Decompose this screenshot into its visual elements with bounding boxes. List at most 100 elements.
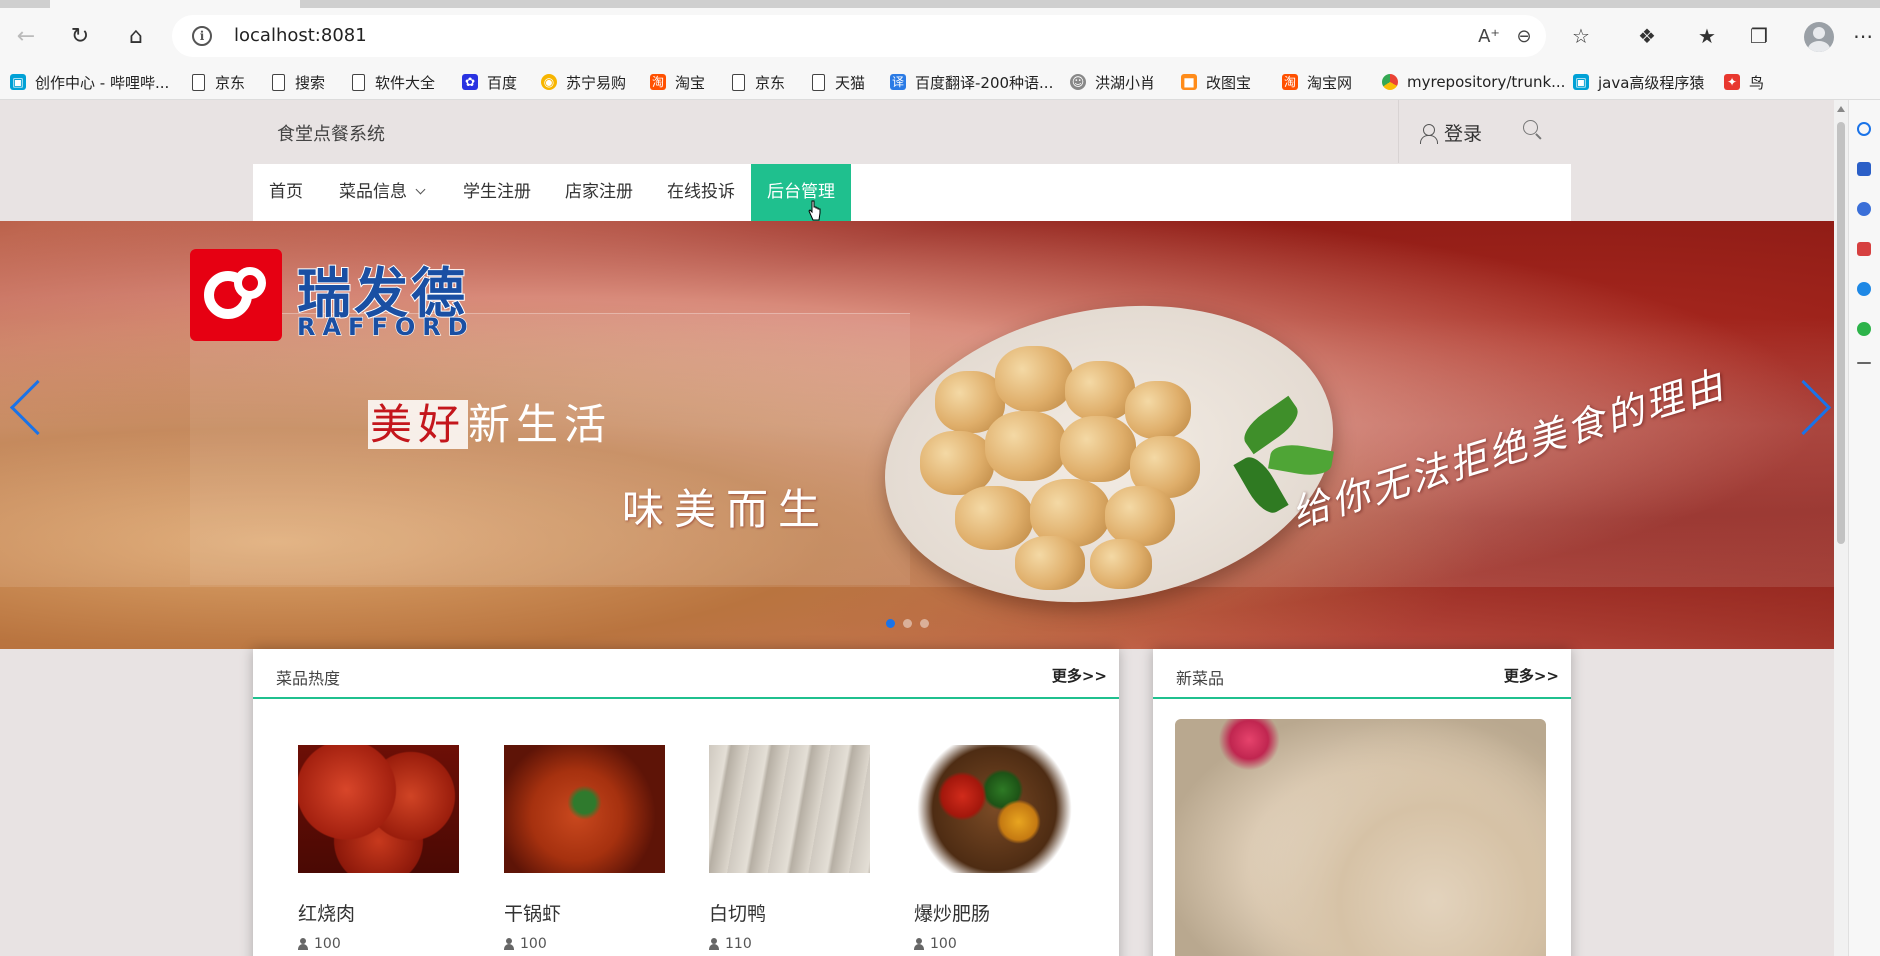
dish-count-value: 100 bbox=[520, 936, 547, 952]
back-icon[interactable]: ← bbox=[8, 18, 44, 54]
tab-strip bbox=[0, 0, 1880, 8]
edge-sidebar bbox=[1848, 100, 1880, 956]
bookmark-item[interactable]: 译百度翻译-200种语... bbox=[890, 64, 1053, 100]
nav-complaint[interactable]: 在线投诉 bbox=[651, 164, 751, 221]
bookmark-item[interactable]: ■ 改图宝 bbox=[1181, 64, 1251, 100]
dish-name[interactable]: 红烧肉 bbox=[298, 899, 459, 926]
scrollbar-thumb[interactable] bbox=[1837, 122, 1845, 544]
bookmark-label: 洪湖小肖 bbox=[1095, 73, 1156, 92]
slogan-line1: 美好新生活 bbox=[368, 391, 612, 452]
carousel-dot[interactable] bbox=[886, 619, 895, 628]
games-icon[interactable] bbox=[1857, 242, 1871, 256]
panel-title: 新菜品 bbox=[1176, 669, 1225, 688]
person-icon bbox=[914, 938, 924, 950]
bookmark-item[interactable]: ✦ 鸟 bbox=[1724, 64, 1764, 100]
more-link[interactable]: 更多>> bbox=[1052, 665, 1107, 686]
more-link[interactable]: 更多>> bbox=[1504, 665, 1559, 686]
panel-header: 菜品热度 更多>> bbox=[253, 649, 1119, 699]
dish-card[interactable]: 干锅虾 100 bbox=[504, 745, 665, 952]
outlook-icon[interactable] bbox=[1857, 322, 1871, 336]
carousel-dot[interactable] bbox=[920, 619, 929, 628]
people-icon[interactable] bbox=[1857, 202, 1871, 216]
bookmark-item[interactable]: 搜索 bbox=[272, 64, 325, 100]
add-icon[interactable] bbox=[1857, 362, 1871, 364]
bookmark-item[interactable]: 京东 bbox=[732, 64, 785, 100]
bookmark-item[interactable]: 京东 bbox=[192, 64, 245, 100]
mouse-cursor-icon bbox=[808, 200, 821, 221]
bookmark-item[interactable]: myrepository/trunk... bbox=[1382, 64, 1565, 100]
user-icon bbox=[1420, 123, 1438, 144]
bookmark-item[interactable]: ◉ 苏宁易购 bbox=[541, 64, 626, 100]
dish-image[interactable] bbox=[504, 745, 665, 873]
bookmark-item[interactable]: ✿ 百度 bbox=[462, 64, 517, 100]
chevron-down-icon bbox=[415, 184, 426, 195]
scroll-up-icon[interactable] bbox=[1837, 106, 1845, 112]
dish-image[interactable] bbox=[914, 745, 1075, 873]
bookmark-item[interactable]: 软件大全 bbox=[352, 64, 435, 100]
nav-home[interactable]: 首页 bbox=[253, 164, 319, 221]
page-scrollbar[interactable] bbox=[1834, 100, 1848, 956]
search-icon[interactable] bbox=[1857, 122, 1871, 136]
url-field[interactable]: i localhost:8081 A⁺ ⊖ bbox=[172, 15, 1546, 57]
bookmark-label: 百度翻译-200种语... bbox=[915, 73, 1054, 92]
extensions-icon[interactable]: ❖ bbox=[1630, 19, 1664, 53]
person-icon bbox=[709, 938, 719, 950]
more-icon[interactable]: ⋯ bbox=[1846, 19, 1880, 53]
dish-count: 100 bbox=[298, 936, 459, 952]
new-dish-image[interactable] bbox=[1175, 719, 1546, 956]
brand-logo-icon bbox=[190, 249, 282, 341]
nav-dishes[interactable]: 菜品信息 bbox=[323, 164, 440, 221]
dish-card[interactable]: 白切鸭 110 bbox=[709, 745, 870, 952]
info-icon[interactable]: i bbox=[192, 26, 212, 46]
home-icon[interactable]: ⌂ bbox=[118, 18, 154, 54]
zoom-out-icon[interactable]: ⊖ bbox=[1511, 24, 1537, 50]
bookmark-item[interactable]: 淘淘宝网 bbox=[1282, 64, 1352, 100]
browser-tab[interactable] bbox=[50, 0, 300, 8]
carousel-dot[interactable] bbox=[903, 619, 912, 628]
site-title[interactable]: 食堂点餐系统 bbox=[277, 120, 385, 146]
bookmark-item[interactable]: 淘淘宝 bbox=[650, 64, 705, 100]
taobao-icon: 淘 bbox=[650, 74, 666, 90]
dish-name[interactable]: 干锅虾 bbox=[504, 899, 665, 926]
dish-name[interactable]: 白切鸭 bbox=[709, 899, 870, 926]
bookmark-label: 天猫 bbox=[835, 73, 866, 92]
dish-name[interactable]: 爆炒肥肠 bbox=[914, 899, 1075, 926]
carousel-next-button[interactable] bbox=[1790, 373, 1828, 443]
url-text[interactable]: localhost:8081 bbox=[234, 25, 367, 46]
bird-icon: ✦ bbox=[1724, 74, 1740, 90]
address-bar: ← ↻ ⌂ i localhost:8081 A⁺ ⊖ ☆ ❖ ★ ❐ ⋯ bbox=[0, 8, 1880, 64]
file-icon bbox=[272, 73, 285, 91]
bookmark-item[interactable]: ▣ java高级程序猿 bbox=[1573, 64, 1704, 100]
collections-icon[interactable]: ❐ bbox=[1742, 19, 1776, 53]
carousel-prev-button[interactable] bbox=[6, 373, 44, 443]
read-aloud-icon[interactable]: A⁺ bbox=[1476, 24, 1502, 50]
bookmark-item[interactable]: 天猫 bbox=[812, 64, 865, 100]
gaitubao-icon: ■ bbox=[1181, 74, 1197, 90]
person-icon bbox=[504, 938, 514, 950]
web-page: 食堂点餐系统 登录 首页 菜品信息 学生注册 店家注册 在线投诉 后台管理 瑞发… bbox=[0, 100, 1834, 956]
favorites-icon[interactable]: ★ bbox=[1690, 19, 1724, 53]
nav-shop-register[interactable]: 店家注册 bbox=[549, 164, 649, 221]
new-dishes-panel: 新菜品 更多>> bbox=[1153, 649, 1571, 956]
bookmark-item[interactable]: ☺ 洪湖小肖 bbox=[1070, 64, 1155, 100]
nav-admin[interactable]: 后台管理 bbox=[751, 164, 851, 221]
bilibili-icon: ▣ bbox=[1573, 74, 1589, 90]
bookmark-item[interactable]: ▣ 创作中心 - 哔哩哔... bbox=[10, 64, 169, 100]
dish-count: 100 bbox=[504, 936, 665, 952]
office-icon[interactable] bbox=[1857, 282, 1871, 296]
dish-card[interactable]: 红烧肉 100 bbox=[298, 745, 459, 952]
profile-icon[interactable] bbox=[1804, 22, 1834, 52]
hero-carousel[interactable]: 瑞发德 RAFFORD 美好新生活 味美而生 给你无法拒绝美食的理由 bbox=[0, 221, 1834, 649]
dish-card[interactable]: 爆炒肥肠 100 bbox=[914, 745, 1075, 952]
dish-image[interactable] bbox=[298, 745, 459, 873]
nav-student-register[interactable]: 学生注册 bbox=[447, 164, 547, 221]
refresh-icon[interactable]: ↻ bbox=[62, 18, 98, 54]
shopping-icon[interactable] bbox=[1857, 162, 1871, 176]
favorite-add-icon[interactable]: ☆ bbox=[1564, 19, 1598, 53]
person-icon bbox=[298, 938, 308, 950]
dish-image[interactable] bbox=[709, 745, 870, 873]
bookmark-label: 京东 bbox=[755, 73, 786, 92]
search-icon[interactable] bbox=[1523, 120, 1543, 140]
bookmark-label: 软件大全 bbox=[375, 73, 436, 92]
login-link[interactable]: 登录 bbox=[1420, 119, 1482, 146]
